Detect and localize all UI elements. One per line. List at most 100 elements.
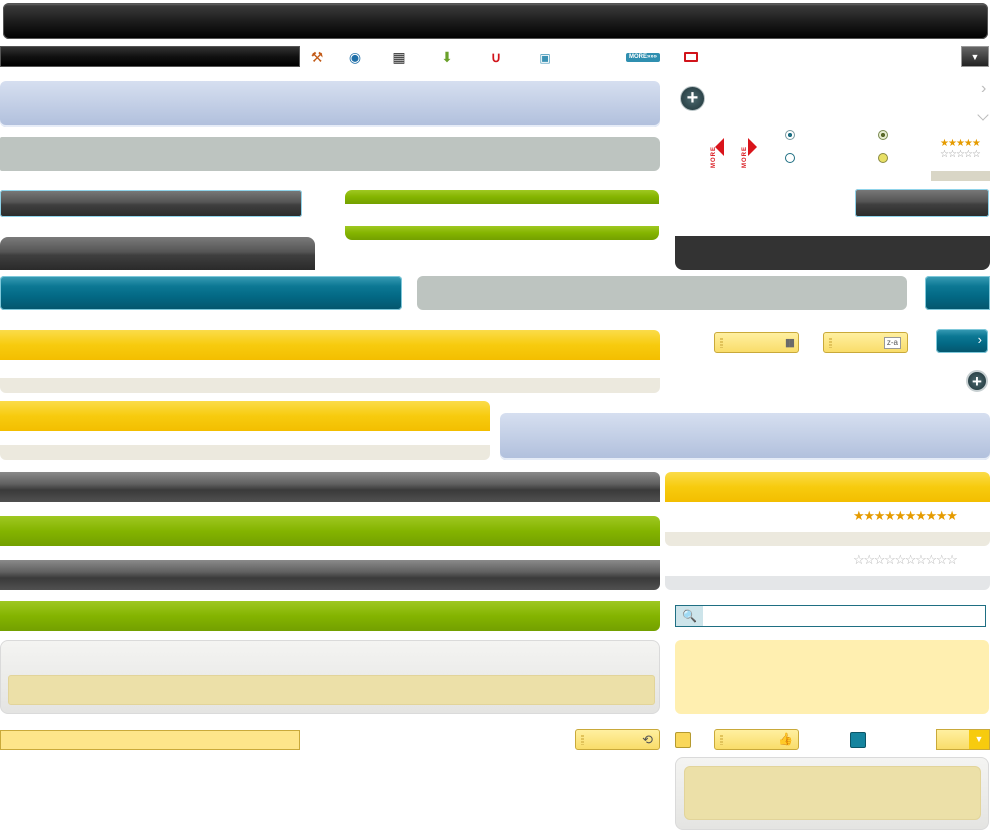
star-empty-icon[interactable]: ☆ (884, 552, 896, 567)
star-empty-icon[interactable]: ☆ (874, 552, 886, 567)
gray-inset-panel-small-field (684, 766, 981, 820)
top-header-bar (3, 3, 988, 39)
star-empty-icon[interactable]: ☆ (956, 149, 965, 160)
teal-small-button[interactable]: › (936, 329, 988, 353)
green-panel-bottom (345, 226, 659, 240)
star-empty-icon[interactable]: ☆ (863, 552, 875, 567)
rating-row-strip-1 (665, 532, 990, 546)
star-filled-icon[interactable]: ★ (946, 508, 958, 523)
star-filled-icon[interactable]: ★ (940, 138, 949, 149)
star-filled-icon[interactable]: ★ (956, 138, 965, 149)
wrench-person-icon[interactable]: ⚒ (309, 49, 325, 65)
gray-gradient-bar-1 (0, 472, 660, 502)
chevron-right-small-icon: › (977, 332, 982, 347)
star-empty-icon[interactable]: ☆ (894, 552, 906, 567)
yellow-rating-header (665, 472, 990, 502)
star-filled-icon[interactable]: ★ (936, 508, 948, 523)
sort-za-icon: z-a (883, 337, 901, 349)
download-icon[interactable]: ⬇ (439, 49, 455, 65)
grip-handle (720, 338, 723, 348)
magnet-icon[interactable]: ∪ (488, 49, 504, 65)
radio-unselected-teal[interactable] (785, 153, 795, 163)
yellow-checkbox[interactable] (675, 732, 691, 748)
star-filled-icon[interactable]: ★ (964, 138, 973, 149)
bar-chart-icon: ▮▮ (784, 337, 795, 349)
toolbar-input-strip[interactable] (0, 46, 300, 67)
blue-panel (500, 413, 990, 460)
star-rating-large-empty[interactable]: ☆☆☆☆☆☆☆☆☆☆ (853, 552, 990, 568)
gray-inset-panel-small (675, 757, 989, 830)
grip-handle (720, 735, 723, 745)
star-empty-icon[interactable]: ☆ (853, 552, 865, 567)
teal-checkbox[interactable] (850, 732, 866, 748)
star-filled-icon[interactable]: ★ (972, 138, 981, 149)
blue-header-bar (0, 81, 660, 127)
dark-tab-left[interactable] (0, 237, 315, 270)
silver-bar (0, 137, 660, 171)
star-filled-icon[interactable]: ★ (915, 508, 927, 523)
star-filled-icon[interactable]: ★ (905, 508, 917, 523)
chevron-right-icon[interactable]: › (981, 80, 986, 98)
more-vertical-right[interactable]: MORE (742, 146, 748, 168)
star-rating-large[interactable]: ★★★★★★★★★★ (853, 508, 990, 524)
beige-strip (0, 378, 660, 393)
search-input[interactable]: 🔍 (675, 605, 986, 627)
star-empty-icon[interactable]: ☆ (905, 552, 917, 567)
star-rating-small[interactable]: ★★★★★ (940, 139, 990, 149)
star-filled-icon[interactable]: ★ (884, 508, 896, 523)
dark-button-left[interactable] (0, 190, 302, 217)
green-panel-body (345, 204, 659, 226)
green-gradient-bar-1 (0, 516, 660, 546)
teal-bar-left[interactable] (0, 276, 402, 310)
yellow-header-bar (0, 330, 660, 360)
play-icon[interactable]: ◉ (347, 49, 363, 65)
search-icon: 🔍 (676, 606, 703, 626)
return-icon: ⟲ (642, 732, 653, 747)
radio-selected-green[interactable] (878, 130, 888, 140)
teal-bar-right[interactable] (925, 276, 990, 310)
grid-icon[interactable]: ▣ (537, 50, 553, 66)
green-panel-top (345, 190, 659, 204)
star-filled-icon[interactable]: ★ (948, 138, 957, 149)
more-badge-label: MORE»»» (628, 54, 657, 60)
gray-gradient-bar-2 (0, 560, 660, 590)
star-empty-icon[interactable]: ☆ (946, 552, 958, 567)
yellow-note-panel (675, 640, 989, 714)
star-filled-icon[interactable]: ★ (926, 508, 938, 523)
star-empty-icon[interactable]: ☆ (926, 552, 938, 567)
star-filled-icon[interactable]: ★ (863, 508, 875, 523)
star-empty-icon[interactable]: ☆ (940, 149, 949, 160)
yellow-dropdown[interactable]: ▼ (936, 729, 990, 750)
screen-icon[interactable] (684, 52, 698, 62)
film-icon[interactable]: ▦ (391, 49, 407, 65)
rating-progress-bar (931, 171, 990, 181)
star-empty-icon[interactable]: ☆ (948, 149, 957, 160)
star-filled-icon[interactable]: ★ (874, 508, 886, 523)
radio-unselected-yellow[interactable] (878, 153, 888, 163)
yellow-text-field[interactable] (0, 730, 300, 750)
star-empty-icon[interactable]: ☆ (915, 552, 927, 567)
star-empty-icon[interactable]: ☆ (936, 552, 948, 567)
chevron-down-icon: ▼ (970, 52, 980, 62)
dark-button-right[interactable] (855, 189, 989, 217)
thumbs-up-button[interactable]: 👍 (714, 729, 799, 750)
star-empty-icon[interactable]: ☆ (964, 149, 973, 160)
more-badge[interactable]: MORE»»» (626, 53, 660, 62)
black-tab-right[interactable] (675, 236, 990, 270)
star-filled-icon[interactable]: ★ (853, 508, 865, 523)
arrow-right-icon[interactable] (748, 138, 757, 156)
radio-selected-teal[interactable] (785, 130, 795, 140)
return-button[interactable]: ⟲ (575, 729, 660, 750)
chart-button[interactable]: ▮▮ (714, 332, 799, 353)
add-circle-small-button[interactable]: + (966, 370, 988, 392)
plus-icon: + (686, 87, 699, 109)
sort-button[interactable]: z-a (823, 332, 908, 353)
more-vertical-left[interactable]: MORE (711, 146, 717, 168)
dropdown-arrow-button: ▼ (969, 730, 989, 749)
star-empty-icon[interactable]: ☆ (972, 149, 981, 160)
toolbar-dropdown-button[interactable]: ▼ (961, 46, 989, 67)
add-circle-button[interactable]: + (680, 86, 705, 111)
star-rating-small-empty[interactable]: ☆☆☆☆☆ (940, 150, 990, 160)
chevron-down-small-icon[interactable] (977, 109, 989, 121)
star-filled-icon[interactable]: ★ (894, 508, 906, 523)
